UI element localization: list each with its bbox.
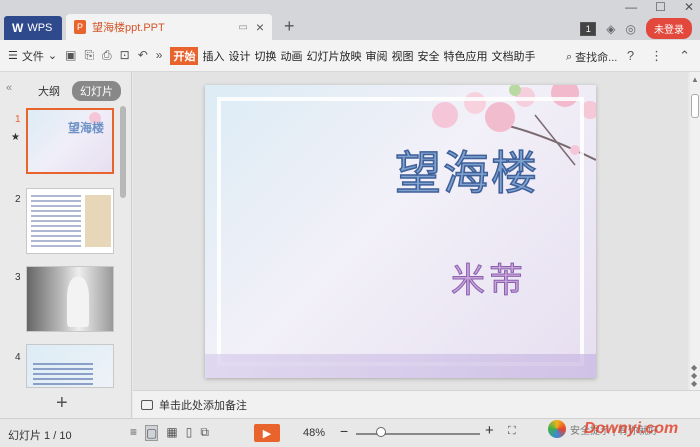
quick-access-icons: ▣ ⎘ ⎙ ⊡ ↶ » — [65, 48, 162, 63]
normal-view-icon[interactable]: ▢ — [145, 425, 159, 441]
undo-icon[interactable]: ↶ — [138, 48, 148, 63]
notes-placeholder: 单击此处添加备注 — [159, 399, 247, 412]
window-count-badge[interactable]: 1 — [580, 21, 597, 36]
slide-thumb-1[interactable]: 望海楼 — [26, 108, 114, 174]
file-menu-label: 文件 — [21, 50, 44, 63]
tab-home[interactable]: 开始 — [170, 46, 199, 65]
thumb-number: 4 — [15, 352, 21, 363]
slide-canvas[interactable]: 望海楼 米芾 — [205, 85, 596, 378]
wps-home-tab[interactable]: W WPS — [4, 16, 62, 40]
thumb-number: 1 — [15, 114, 21, 125]
help-icon[interactable]: ? — [627, 48, 634, 64]
reading-view-icon[interactable]: ▯ — [186, 425, 193, 441]
slide-thumb-4[interactable] — [26, 344, 114, 388]
notes-icon — [141, 399, 153, 410]
wps-home-label: WPS — [27, 22, 53, 34]
status-bar: 幻灯片 1 / 10 ≡ ▢ ▦ ▯ ⧉ ▶ 48% − + ⛶ 安全提示 | … — [0, 418, 700, 447]
zoom-in-button[interactable]: + — [485, 422, 494, 439]
slide-thumb-3[interactable] — [26, 266, 114, 332]
print-preview-icon[interactable]: ⊡ — [120, 48, 130, 63]
slide-counter: 幻灯片 1 / 10 — [8, 430, 72, 442]
hamburger-icon: ☰ — [8, 50, 18, 62]
login-button[interactable]: 未登录 — [646, 18, 692, 39]
slide-panel-scrollbar[interactable] — [120, 106, 126, 198]
thumb-number: 2 — [15, 194, 21, 205]
slide-title[interactable]: 望海楼 — [394, 137, 539, 203]
sorter-view-icon[interactable]: ▦ — [166, 425, 177, 441]
site-logo-icon — [548, 420, 566, 438]
site-watermark: 安全提示 | 有你就好 Downyi.com — [548, 420, 678, 438]
tab-view[interactable]: 视图 — [391, 48, 413, 64]
chevron-down-icon: ⌄ — [47, 50, 58, 62]
zoom-slider-handle[interactable] — [375, 427, 386, 437]
animation-star-icon: ★ — [11, 132, 20, 143]
tab-popout-icon[interactable]: ▭ — [238, 22, 247, 33]
zoom-out-button[interactable]: − — [340, 423, 348, 439]
notes-pane[interactable]: 单击此处添加备注 — [133, 390, 700, 418]
command-search-label: 查找命... — [575, 52, 618, 64]
view-switcher: ≡ ▢ ▦ ▯ ⧉ — [130, 425, 209, 441]
export-pdf-icon[interactable]: ⎘ — [84, 48, 94, 63]
minimize-button[interactable]: — — [625, 0, 637, 14]
tab-slides[interactable]: 幻灯片 — [72, 81, 121, 101]
fit-window-icon[interactable]: ⛶ — [508, 425, 516, 438]
scroll-page-icon[interactable]: ◆ ◆ ◆ — [691, 364, 697, 388]
more-icon[interactable]: » — [156, 48, 163, 63]
titlebar-right-tools: 1 ◈ ◎ 未登录 — [580, 18, 692, 39]
scroll-up-icon[interactable]: ▲ — [691, 75, 699, 84]
zoom-slider[interactable] — [356, 433, 480, 435]
save-icon[interactable]: ▣ — [65, 48, 76, 63]
more-options-icon[interactable]: ⋮ — [650, 48, 663, 64]
close-window-button[interactable]: ✕ — [684, 0, 694, 14]
watermark-brand: Downyi.com — [584, 420, 679, 437]
new-tab-button[interactable]: + — [284, 16, 295, 37]
collapse-ribbon-icon[interactable]: ⌃ — [679, 48, 690, 64]
document-tab-name: 望海楼ppt.PPT — [92, 22, 165, 34]
feedback-icon[interactable]: ◎ — [626, 22, 636, 36]
wps-logo-icon: W — [12, 21, 24, 35]
zoom-level[interactable]: 48% — [303, 427, 325, 439]
slide-bottom-band — [205, 354, 596, 378]
document-tab[interactable]: P 望海楼ppt.PPT ▭ × — [66, 14, 272, 40]
editor-scrollbar[interactable]: ▲ ◆ ◆ ◆ — [690, 72, 700, 390]
thumb-title: 望海楼 — [68, 121, 105, 135]
tab-security[interactable]: 安全 — [417, 48, 439, 64]
close-tab-icon[interactable]: × — [256, 19, 264, 35]
skin-icon[interactable]: ◈ — [606, 22, 615, 36]
ribbon-toolbar: ☰ 文件 ⌄ ▣ ⎘ ⎙ ⊡ ↶ » 开始 插入 设计 切换 动画 幻灯片放映 … — [0, 40, 700, 72]
ppt-file-icon: P — [74, 20, 86, 34]
editor-scroll-thumb[interactable] — [691, 94, 699, 118]
print-icon[interactable]: ⎙ — [102, 48, 112, 63]
window-controls: — ☐ ✕ — [625, 0, 694, 14]
slide-subtitle[interactable]: 米芾 — [451, 253, 527, 302]
ribbon-tabs: 开始 插入 设计 切换 动画 幻灯片放映 审阅 视图 安全 特色应用 文档助手 — [170, 46, 535, 65]
tab-design[interactable]: 设计 — [228, 48, 250, 64]
toolbar-right: ? ⋮ ⌃ — [627, 48, 690, 64]
search-icon: ⌕ — [566, 50, 573, 63]
tab-animation[interactable]: 动画 — [280, 48, 302, 64]
title-bar: W WPS P 望海楼ppt.PPT ▭ × + — ☐ ✕ 1 ◈ ◎ 未登录 — [0, 0, 700, 40]
slide-panel: « 大纲 幻灯片 1 ★ 望海楼 2 3 4 + — [0, 72, 132, 418]
file-menu[interactable]: ☰ 文件 ⌄ — [8, 48, 57, 64]
panel-tabs: « 大纲 幻灯片 — [0, 80, 132, 101]
tab-review[interactable]: 审阅 — [365, 48, 387, 64]
add-slide-button[interactable]: + — [56, 392, 68, 415]
play-slideshow-button[interactable]: ▶ — [254, 424, 280, 442]
presenter-icon[interactable]: ⧉ — [200, 425, 209, 441]
tab-outline[interactable]: 大纲 — [38, 83, 60, 99]
slide-thumb-2[interactable] — [26, 188, 114, 254]
collapse-panel-icon[interactable]: « — [6, 82, 12, 94]
slide-editor: 望海楼 米芾 — [133, 72, 688, 390]
maximize-button[interactable]: ☐ — [655, 0, 666, 14]
tab-features[interactable]: 特色应用 — [443, 48, 487, 64]
tab-insert[interactable]: 插入 — [202, 48, 224, 64]
thumb-number: 3 — [15, 272, 21, 283]
tab-transition[interactable]: 切换 — [254, 48, 276, 64]
play-icon: ▶ — [262, 427, 272, 440]
tab-doc-assistant[interactable]: 文档助手 — [491, 48, 535, 64]
notes-toggle-icon[interactable]: ≡ — [130, 425, 137, 441]
command-search[interactable]: ⌕ 查找命... — [566, 49, 617, 65]
tab-slideshow[interactable]: 幻灯片放映 — [306, 48, 361, 64]
